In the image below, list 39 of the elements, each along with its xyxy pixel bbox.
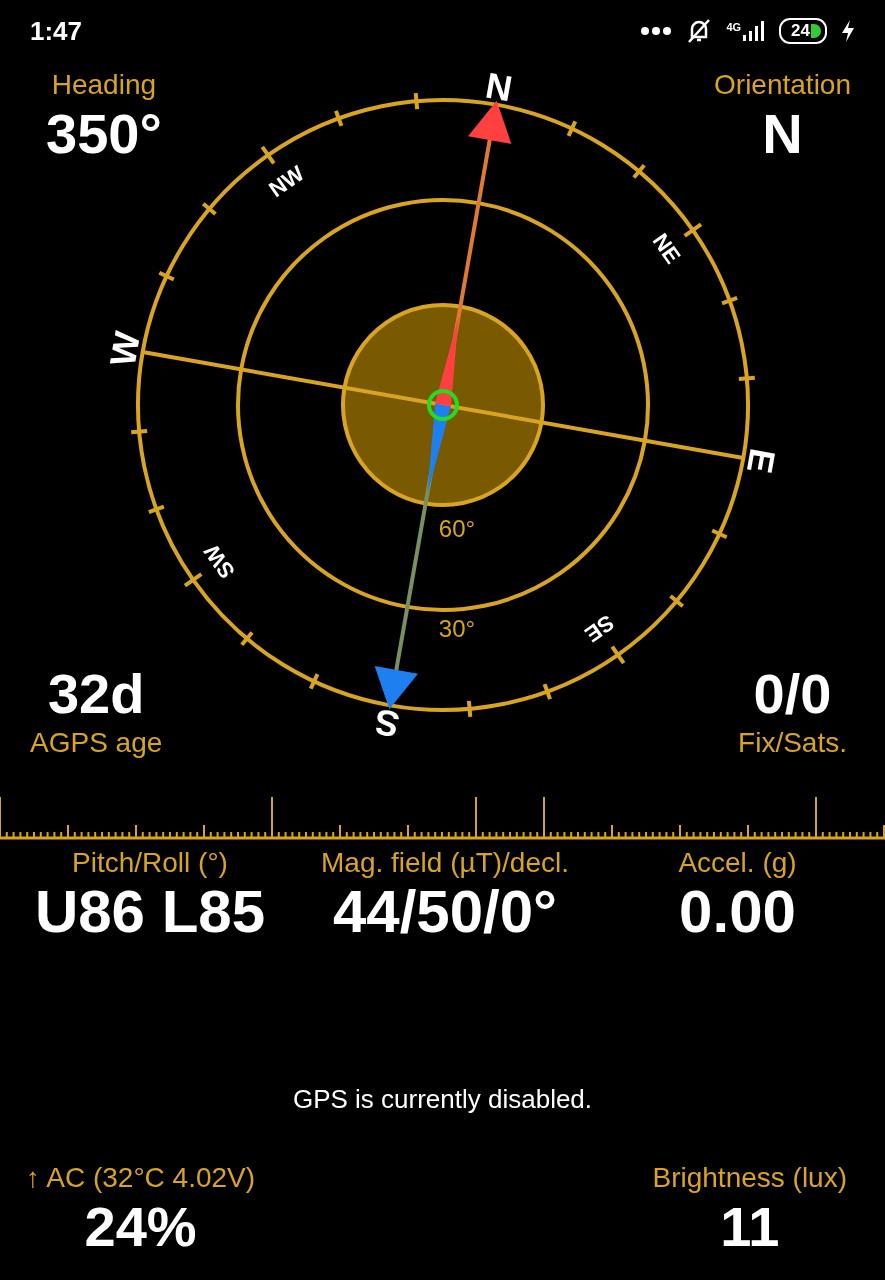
metric-value: 44/50/0° xyxy=(332,880,558,944)
direction-label: W xyxy=(101,328,149,370)
brightness-label: Brightness (lux) xyxy=(652,1161,847,1195)
direction-label: SW xyxy=(198,539,240,584)
elevation-label: 60° xyxy=(438,515,476,542)
charging-icon xyxy=(841,20,855,42)
agps-label: AGPS age xyxy=(30,726,163,760)
heading-label: Heading xyxy=(51,68,157,102)
fix-label: Fix/Sats. xyxy=(738,726,847,760)
metric-label: Pitch/Roll (°) xyxy=(72,846,228,880)
fix-value: 0/0 xyxy=(753,662,832,726)
elevation-label: 30° xyxy=(438,615,476,642)
muted-bell-icon xyxy=(686,18,713,44)
more-icon xyxy=(640,26,673,36)
signal-icon xyxy=(743,21,766,41)
clock: 1:47 xyxy=(30,15,83,47)
heading-value: 350° xyxy=(46,102,162,166)
network-type: 4G xyxy=(726,21,742,33)
battery-icon: 24 xyxy=(779,18,827,44)
battery-value: 24% xyxy=(84,1195,197,1259)
direction-label: NE xyxy=(647,228,686,269)
gps-message: GPS is currently disabled. xyxy=(292,1084,593,1114)
direction-label: S xyxy=(371,700,403,746)
direction-label: E xyxy=(738,445,784,477)
direction-label: N xyxy=(482,64,516,110)
north-arrow-icon xyxy=(468,100,512,144)
orientation-value: N xyxy=(762,102,803,166)
direction-label: SE xyxy=(580,609,619,648)
battery-label: ↑ AC (32°C 4.02V) xyxy=(26,1161,256,1195)
orientation-label: Orientation xyxy=(714,68,851,102)
center-ring-icon xyxy=(427,389,459,421)
brightness-value: 11 xyxy=(720,1195,780,1259)
metric-label: Mag. field (µT)/decl. xyxy=(321,846,569,880)
direction-label: NW xyxy=(264,160,309,203)
south-arrow-icon xyxy=(374,666,418,710)
metric-label: Accel. (g) xyxy=(678,846,797,880)
agps-value: 32d xyxy=(47,662,145,726)
metric-value: U86 L85 xyxy=(34,880,266,944)
metric-value: 0.00 xyxy=(679,880,796,944)
